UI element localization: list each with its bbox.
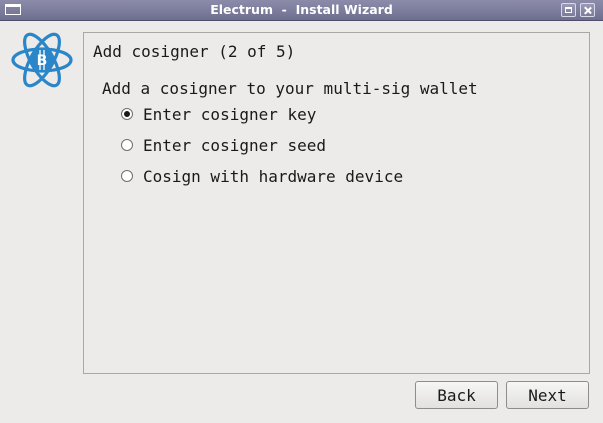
option-cosign-hardware-device[interactable]: Cosign with hardware device [121, 166, 403, 186]
option-label: Enter cosigner key [143, 104, 317, 124]
title-bar[interactable]: Electrum - Install Wizard [0, 0, 603, 21]
step-title: Add cosigner (2 of 5) [93, 42, 296, 61]
next-button[interactable]: Next [506, 381, 589, 409]
maximize-button[interactable] [561, 3, 576, 17]
option-enter-cosigner-key[interactable]: Enter cosigner key [121, 104, 316, 124]
close-button[interactable] [580, 3, 595, 17]
radio-button[interactable] [121, 170, 133, 182]
question-label: Add a cosigner to your multi-sig wallet [102, 79, 478, 98]
option-enter-cosigner-seed[interactable]: Enter cosigner seed [121, 135, 326, 155]
option-label: Enter cosigner seed [143, 135, 327, 155]
radio-button[interactable] [121, 139, 133, 151]
electrum-logo-icon: B [11, 32, 73, 88]
window-title: Electrum - Install Wizard [210, 2, 393, 17]
option-label: Cosign with hardware device [143, 166, 404, 186]
radio-button-checked[interactable] [121, 108, 133, 120]
svg-text:B: B [37, 53, 48, 69]
back-button[interactable]: Back [415, 381, 498, 409]
